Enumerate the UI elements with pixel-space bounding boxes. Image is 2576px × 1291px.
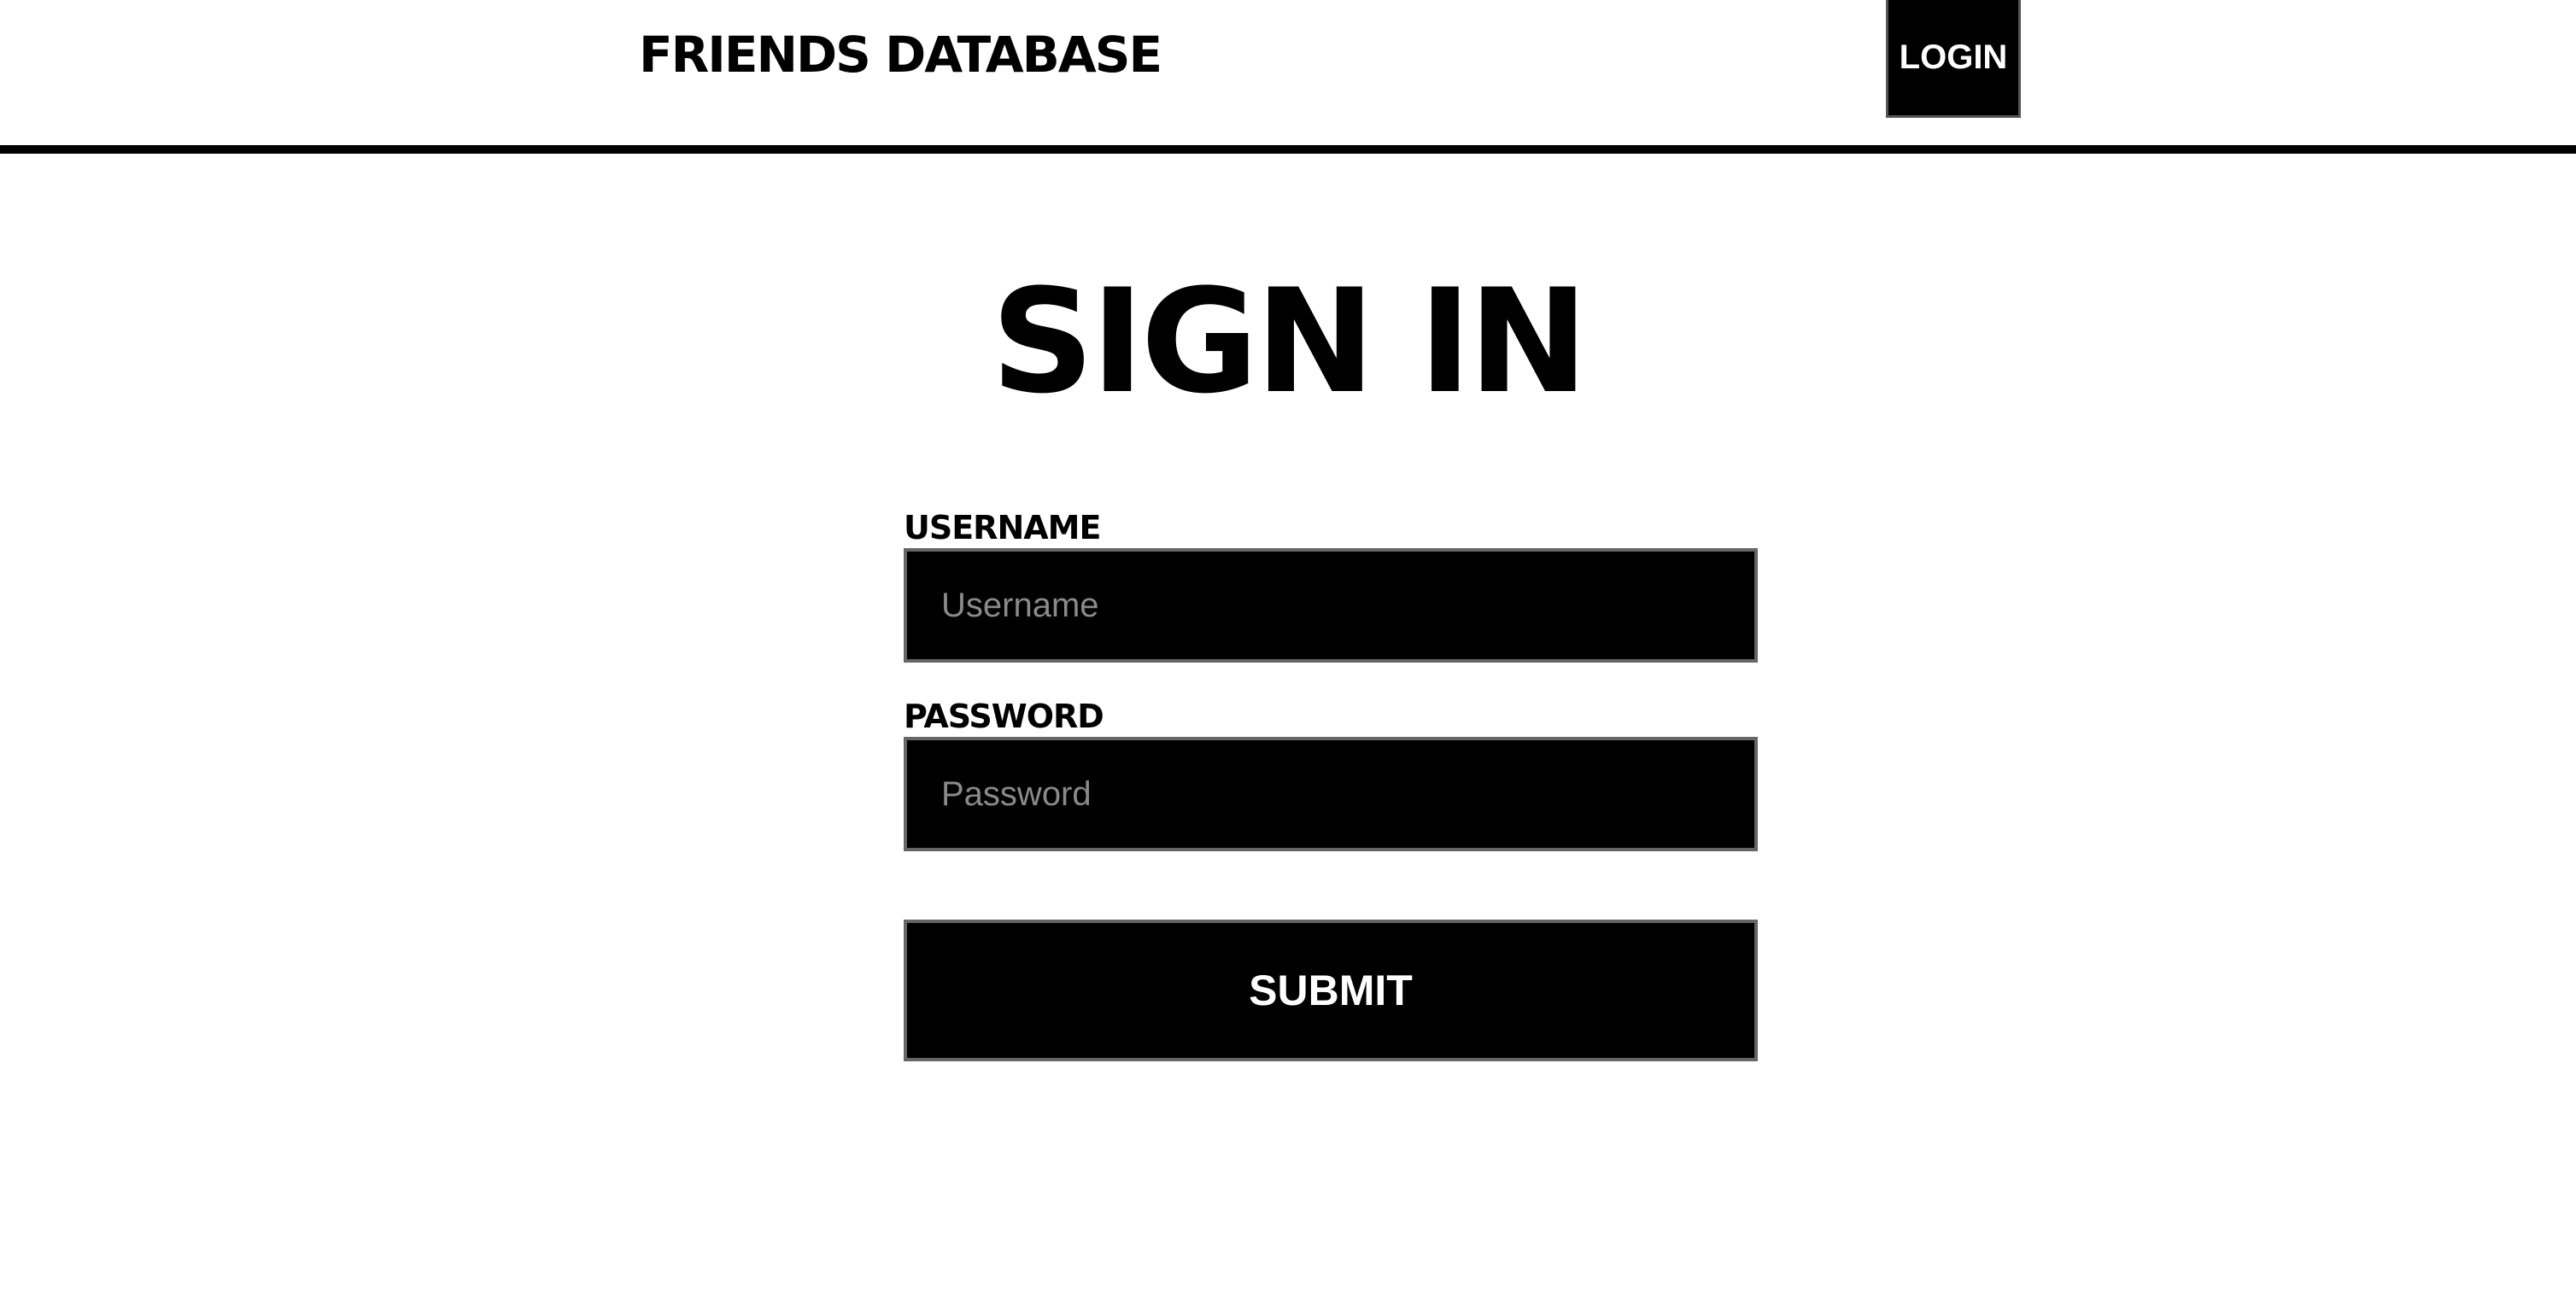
brand-title: FRIENDS DATABASE: [639, 26, 1162, 84]
password-input[interactable]: [904, 737, 1758, 851]
submit-button[interactable]: SUBMIT: [904, 920, 1758, 1061]
site-header: FRIENDS DATABASE LOGIN: [0, 0, 2576, 154]
username-label: USERNAME: [904, 509, 1101, 546]
username-input[interactable]: [904, 548, 1758, 663]
password-label: PASSWORD: [904, 698, 1104, 735]
login-button[interactable]: LOGIN: [1886, 0, 2021, 118]
page-title: SIGN IN: [991, 258, 1589, 425]
